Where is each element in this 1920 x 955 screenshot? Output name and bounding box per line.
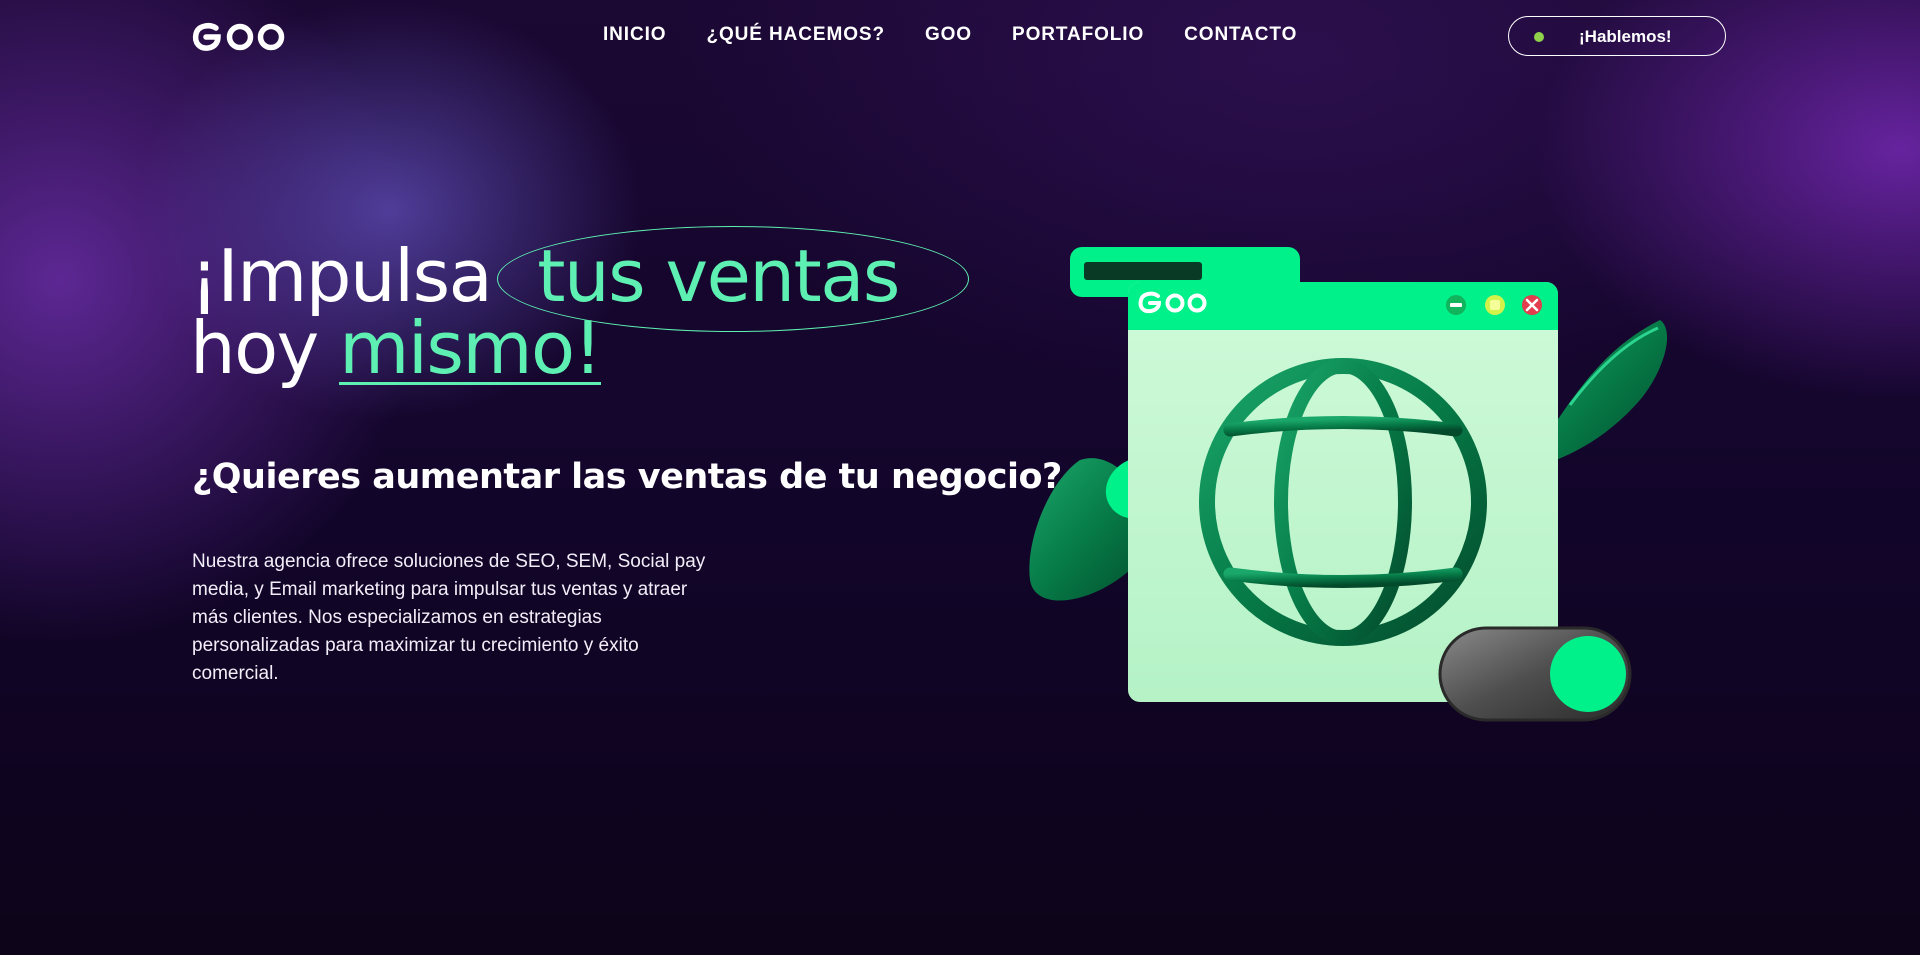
hero-subtitle: ¿Quieres aumentar las ventas de tu negoc… — [192, 457, 1062, 497]
nav-inicio[interactable]: INICIO — [603, 24, 666, 46]
nav-contacto[interactable]: CONTACTO — [1184, 24, 1297, 46]
toggle-switch-shape — [1438, 626, 1632, 722]
hero-title-line-1: ¡Impulsa tus ventas — [190, 226, 970, 332]
status-dot-icon — [1534, 32, 1544, 42]
hero-title-part-2: hoy — [190, 306, 319, 390]
goo-logo-mark — [192, 23, 285, 51]
nav-que-hacemos[interactable]: ¿QUÉ HACEMOS? — [706, 24, 884, 46]
nav-goo[interactable]: GOO — [925, 24, 972, 46]
hero-section: ¡Impulsa tus ventas hoy mismo! — [190, 226, 970, 390]
hero-title-highlight-wrap: tus ventas — [497, 226, 970, 332]
maximize-icon — [1485, 295, 1505, 315]
illustration-svg — [1029, 247, 1668, 722]
minimize-icon — [1446, 295, 1466, 315]
main-menu: INICIO ¿QUÉ HACEMOS? GOO PORTAFOLIO CONT… — [603, 24, 1297, 46]
close-icon — [1522, 295, 1542, 315]
hero-description: Nuestra agencia ofrece soluciones de SEO… — [192, 551, 706, 684]
nav-portafolio[interactable]: PORTAFOLIO — [1012, 24, 1144, 46]
hero-title-underlined: mismo! — [339, 306, 602, 390]
hablemos-button[interactable]: ¡Hablemos! — [1508, 16, 1726, 56]
browser-globe-illustration — [1010, 240, 1690, 730]
hablemos-button-label: ¡Hablemos! — [1579, 27, 1672, 46]
highlight-ellipse — [497, 226, 970, 332]
hero-title: ¡Impulsa tus ventas hoy mismo! — [190, 226, 970, 390]
goo-logo[interactable] — [190, 20, 294, 54]
top-navigation: INICIO ¿QUÉ HACEMOS? GOO PORTAFOLIO CONT… — [0, 0, 1920, 74]
globe-icon — [1199, 358, 1487, 646]
